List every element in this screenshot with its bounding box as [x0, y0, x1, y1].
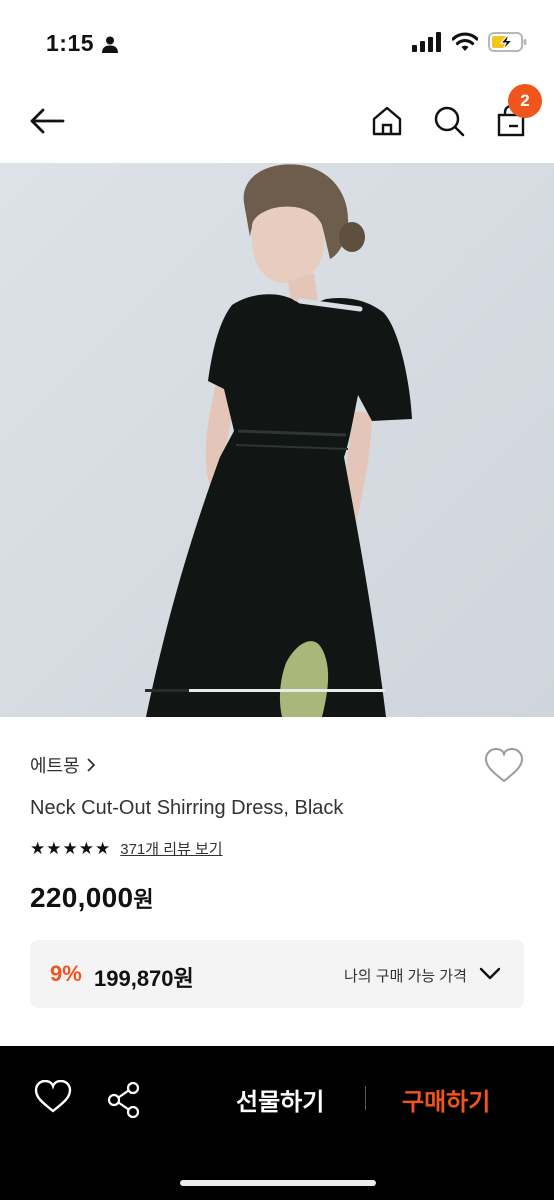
status-bar: 1:15	[0, 0, 554, 88]
purchasable-price-box[interactable]: 9% 199,870원 나의 구매 가능 가격	[30, 940, 524, 1008]
home-button[interactable]	[366, 100, 408, 142]
bottom-action-bar: 선물하기 구매하기	[0, 1046, 554, 1200]
button-divider	[365, 1086, 366, 1110]
bottom-wishlist-button[interactable]	[34, 1079, 72, 1118]
status-time: 1:15	[46, 30, 95, 56]
share-icon	[107, 1081, 140, 1119]
star-icon: ★	[46, 839, 62, 858]
product-image[interactable]	[0, 163, 554, 717]
search-button[interactable]	[428, 100, 470, 142]
review-link[interactable]: 371개 리뷰 보기	[120, 838, 222, 859]
brand-link[interactable]: 에트몽	[30, 752, 96, 778]
original-price: 220,000원	[30, 882, 154, 914]
model-photo	[0, 163, 554, 717]
purchasable-price-label: 나의 구매 가능 가격	[344, 968, 467, 985]
product-title: Neck Cut-Out Shirring Dress, Black	[30, 797, 344, 819]
search-icon	[434, 106, 465, 137]
brand-name: 에트몽	[30, 756, 80, 776]
gift-button[interactable]: 선물하기	[236, 1082, 324, 1117]
star-icon: ★	[30, 839, 46, 858]
star-icon: ★	[95, 839, 111, 858]
home-icon	[372, 106, 402, 136]
chevron-right-icon	[87, 758, 95, 772]
heart-outline-icon	[34, 1079, 72, 1113]
share-button[interactable]	[104, 1080, 144, 1120]
person-icon	[102, 36, 118, 53]
wifi-icon	[452, 32, 478, 51]
discount-rate: 9%	[50, 961, 82, 986]
rating-row: ★ ★ ★ ★ ★ 371개 리뷰 보기	[30, 838, 223, 859]
battery-charging-icon	[488, 32, 527, 52]
home-indicator[interactable]	[180, 1180, 376, 1186]
discount-price: 199,870원	[94, 966, 194, 991]
star-icon: ★	[62, 839, 78, 858]
price-unit: 원	[133, 887, 154, 912]
rating-stars: ★ ★ ★ ★ ★	[30, 840, 110, 857]
heart-outline-icon	[484, 747, 524, 783]
image-carousel-position	[145, 689, 189, 692]
wishlist-button[interactable]	[484, 747, 524, 784]
back-arrow-icon	[30, 108, 65, 134]
signal-icon	[412, 32, 441, 52]
chevron-down-icon[interactable]	[478, 962, 502, 986]
buy-button[interactable]: 구매하기	[402, 1082, 490, 1117]
star-icon: ★	[78, 839, 94, 858]
price-value: 220,000	[30, 882, 134, 913]
back-button[interactable]	[26, 100, 68, 142]
cart-count-badge: 2	[508, 84, 542, 118]
top-nav-bar	[0, 88, 554, 162]
